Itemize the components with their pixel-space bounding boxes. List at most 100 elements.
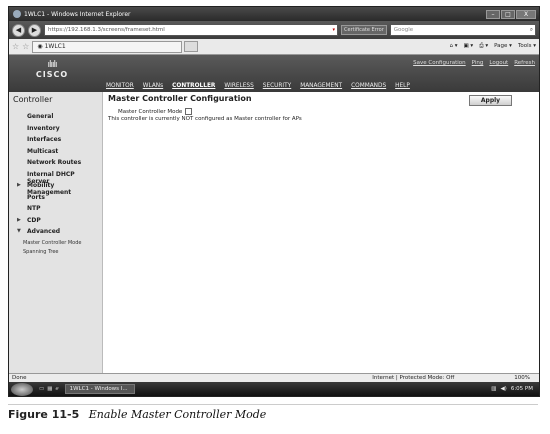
volume-icon[interactable]: ◀) <box>500 386 506 392</box>
menu-help[interactable]: HELP <box>395 83 410 89</box>
ie-icon <box>13 10 21 18</box>
sidebar-item-label: CDP <box>27 216 41 224</box>
sidebar-item-label: Ports <box>27 193 45 201</box>
master-controller-mode-checkbox[interactable] <box>185 108 193 115</box>
title-bar: 1WLC1 - Windows Internet Explorer – □ X <box>9 7 539 21</box>
status-note: This controller is currently NOT configu… <box>108 116 302 122</box>
url-text: https://192.168.1.3/screens/frameset.htm… <box>48 27 165 33</box>
sidebar-item-ports[interactable]: Ports <box>13 194 98 206</box>
cisco-wordmark: CISCO <box>35 70 69 79</box>
collapse-arrow-icon: ▼ <box>17 228 21 234</box>
search-input[interactable]: Google ⌕ <box>389 24 536 36</box>
caption-divider <box>8 404 538 405</box>
certificate-error-button[interactable]: Certificate Error <box>341 25 387 35</box>
sidebar-item-label: Inventory <box>27 124 60 132</box>
menu-wireless[interactable]: WIRELESS <box>224 83 253 89</box>
minimize-button[interactable]: – <box>486 9 500 19</box>
sidebar-item-label: Network Routes <box>27 159 82 166</box>
tab-bar: ☆ ☆ ◉ 1WLC1 ⌂ ▾ ▣ ▾ ⎙ ▾ Page ▾ Tools ▾ <box>9 39 539 55</box>
search-placeholder: Google <box>393 27 414 33</box>
main-menu: MONITOR WLANs CONTROLLER WIRELESS SECURI… <box>106 83 410 89</box>
menu-commands[interactable]: COMMANDS <box>351 83 386 89</box>
tab-icon: ◉ <box>37 43 43 50</box>
sidebar-item-internal-dhcp-server[interactable]: Internal DHCP Server <box>13 171 98 185</box>
taskbar-ie-window[interactable]: 1WLC1 - Windows I... <box>64 384 135 394</box>
logout-link[interactable]: Logout <box>489 60 508 66</box>
sidebar-item-label: Multicast <box>27 147 59 155</box>
cisco-bars-icon: ılıılı <box>47 60 57 70</box>
menu-controller[interactable]: CONTROLLER <box>172 83 215 89</box>
favorites-star-icon[interactable]: ☆ <box>12 42 19 51</box>
new-tab-button[interactable] <box>184 41 199 52</box>
start-button[interactable] <box>11 382 33 396</box>
browser-window: 1WLC1 - Windows Internet Explorer – □ X … <box>8 6 540 397</box>
status-text: Done <box>12 375 27 381</box>
top-links: Save Configuration Ping Logout Refresh <box>413 60 535 66</box>
page-content: Controller General Inventory Interfaces … <box>9 92 539 374</box>
expand-arrow-icon: ▶ <box>17 216 21 223</box>
figure-caption-text: Enable Master Controller Mode <box>88 408 267 421</box>
sidebar-item-label: NTP <box>27 205 41 212</box>
taskbar: ▭ ▦ ℯ 1WLC1 - Windows I... ▥ ◀) 6:05 PM <box>9 382 539 396</box>
zoom-level[interactable]: 100% <box>514 375 530 381</box>
sidebar-item-inventory[interactable]: Inventory <box>13 125 98 137</box>
security-zone: Internet | Protected Mode: Off <box>372 375 455 381</box>
save-configuration-link[interactable]: Save Configuration <box>413 60 466 66</box>
menu-wlans[interactable]: WLANs <box>143 83 163 89</box>
home-icon[interactable]: ⌂ ▾ <box>449 43 457 50</box>
feeds-icon[interactable]: ▣ ▾ <box>463 43 473 50</box>
expand-arrow-icon: ▶ <box>17 182 21 188</box>
window-controls: – □ X <box>486 9 536 19</box>
address-bar: ◀ ▶ https://192.168.1.3/screens/frameset… <box>9 21 539 39</box>
sidebar-item-label: Advanced <box>27 228 61 235</box>
show-desktop-icon[interactable]: ▭ <box>39 386 44 392</box>
maximize-button[interactable]: □ <box>501 9 515 19</box>
forward-icon[interactable]: ▶ <box>28 23 41 37</box>
search-icon[interactable]: ⌕ <box>530 27 535 34</box>
refresh-icon[interactable]: ▾ <box>332 27 337 33</box>
cisco-logo: ılıılı CISCO <box>27 60 77 80</box>
sidebar-title: Controller <box>13 95 53 104</box>
system-tray: ▥ ◀) 6:05 PM <box>491 386 537 392</box>
sidebar-item-general[interactable]: General <box>13 113 98 125</box>
figure-caption: Figure 11-5 Enable Master Controller Mod… <box>8 408 266 421</box>
tab-label: 1WLC1 <box>44 43 66 50</box>
page-menu[interactable]: Page ▾ <box>494 43 512 50</box>
browser-tab[interactable]: ◉ 1WLC1 <box>32 40 183 53</box>
sidebar-item-multicast[interactable]: Multicast <box>13 148 98 160</box>
status-bar: Done Internet | Protected Mode: Off 100% <box>9 373 539 382</box>
sidebar-item-cdp[interactable]: ▶ CDP <box>13 217 98 229</box>
refresh-link[interactable]: Refresh <box>514 60 535 66</box>
sidebar-item-mobility-management[interactable]: ▶ Mobility Management <box>13 182 98 196</box>
sidebar-item-advanced[interactable]: ▼ Advanced <box>13 228 98 240</box>
menu-monitor[interactable]: MONITOR <box>106 83 134 89</box>
cisco-header: ılıılı CISCO Save Configuration Ping Log… <box>9 55 539 92</box>
quick-launch: ▭ ▦ ℯ <box>39 386 59 392</box>
network-icon[interactable]: ▥ <box>491 386 496 392</box>
sidebar-item-interfaces[interactable]: Interfaces <box>13 136 98 148</box>
ping-link[interactable]: Ping <box>472 60 484 66</box>
menu-management[interactable]: MANAGEMENT <box>300 83 342 89</box>
ie-launch-icon[interactable]: ℯ <box>55 386 58 392</box>
sidebar: Controller General Inventory Interfaces … <box>9 92 103 374</box>
clock[interactable]: 6:05 PM <box>511 386 533 392</box>
main-panel: Master Controller Configuration Apply Ma… <box>103 92 539 374</box>
sidebar-subitem-master-controller-mode[interactable]: Master Controller Mode <box>13 240 98 249</box>
tools-menu[interactable]: Tools ▾ <box>518 43 536 50</box>
switch-windows-icon[interactable]: ▦ <box>47 386 52 392</box>
command-bar: ⌂ ▾ ▣ ▾ ⎙ ▾ Page ▾ Tools ▾ <box>449 43 536 50</box>
add-favorite-icon[interactable]: ☆ <box>22 42 29 51</box>
back-icon[interactable]: ◀ <box>12 23 25 37</box>
sidebar-item-ntp[interactable]: NTP <box>13 205 98 217</box>
window-title: 1WLC1 - Windows Internet Explorer <box>24 10 131 18</box>
sidebar-item-network-routes[interactable]: Network Routes <box>13 159 98 171</box>
print-icon[interactable]: ⎙ ▾ <box>479 43 488 50</box>
master-controller-mode-label: Master Controller Mode <box>118 108 183 115</box>
apply-button[interactable]: Apply <box>469 95 512 106</box>
url-field[interactable]: https://192.168.1.3/screens/frameset.htm… <box>44 24 338 36</box>
menu-security[interactable]: SECURITY <box>263 83 291 89</box>
master-controller-mode-row: Master Controller Mode <box>108 108 534 115</box>
sidebar-item-label: General <box>27 113 54 120</box>
close-button[interactable]: X <box>516 9 536 19</box>
sidebar-subitem-spanning-tree[interactable]: Spanning Tree <box>13 249 98 258</box>
